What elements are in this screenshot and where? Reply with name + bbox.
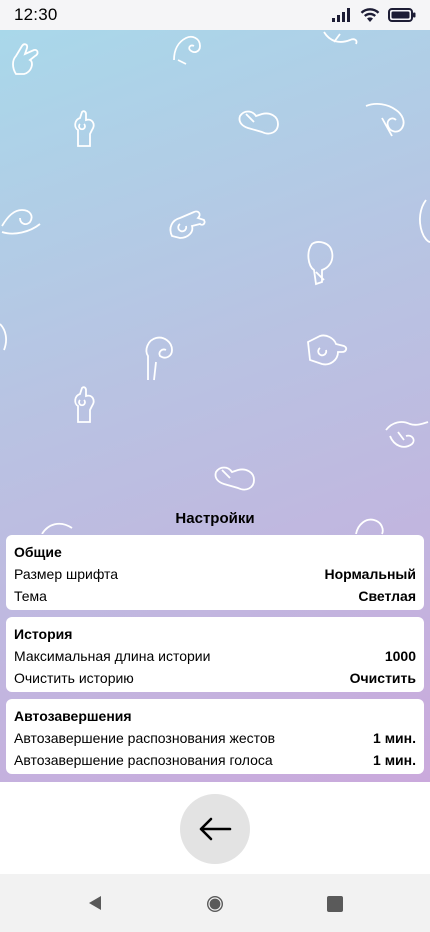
setting-label: Максимальная длина истории (14, 648, 211, 664)
hand-gesture-icon (238, 110, 279, 135)
setting-value[interactable]: Нормальный (324, 563, 416, 585)
hand-gesture-icon (307, 334, 348, 366)
setting-row-font-size[interactable]: Размер шрифта Нормальный (14, 563, 416, 585)
hand-gesture-icon (307, 241, 334, 286)
hand-gesture-icon (1, 209, 41, 235)
hand-gesture-icon (145, 336, 173, 381)
settings-card-general: Общие Размер шрифта Нормальный Тема Свет… (6, 535, 424, 610)
page-title: Настройки (175, 510, 255, 527)
section-title: Общие (14, 544, 62, 560)
clear-history-button[interactable]: Очистить (350, 667, 416, 689)
back-button[interactable] (180, 794, 250, 864)
settings-card-history: История Максимальная длина истории 1000 … (6, 617, 424, 692)
setting-label: Тема (14, 588, 47, 604)
hand-gesture-icon (365, 103, 405, 137)
setting-label: Размер шрифта (14, 566, 119, 582)
section-title: Автозавершения (14, 708, 132, 724)
setting-value[interactable]: Светлая (358, 585, 416, 607)
recents-square-icon[interactable] (326, 895, 344, 913)
hand-gesture-icon (74, 110, 95, 147)
footer (0, 782, 430, 874)
home-circle-icon[interactable] (205, 894, 225, 914)
status-bar: 12:30 (0, 0, 430, 30)
battery-icon (388, 8, 416, 22)
hand-gesture-icon (419, 199, 430, 243)
setting-value[interactable]: 1 мин. (373, 749, 416, 771)
hand-gesture-icon (214, 466, 255, 491)
arrow-left-icon (199, 817, 232, 841)
setting-label: Автозавершение распознования голоса (14, 752, 273, 768)
setting-value[interactable]: 1 мин. (373, 727, 416, 749)
hand-gesture-icon (74, 386, 95, 423)
setting-label: Очистить историю (14, 670, 134, 686)
status-time: 12:30 (14, 5, 58, 24)
hand-gesture-icon (385, 421, 429, 448)
status-icons (332, 7, 416, 23)
back-triangle-icon[interactable] (86, 894, 104, 912)
setting-row-voice-timeout[interactable]: Автозавершение распознования голоса 1 ми… (14, 749, 416, 771)
hand-gesture-icon (173, 35, 201, 65)
signal-icon (332, 8, 350, 22)
setting-row-theme[interactable]: Тема Светлая (14, 585, 416, 607)
hand-gesture-icon (169, 210, 206, 239)
section-title: История (14, 626, 73, 642)
hand-gesture-icon (0, 323, 7, 351)
setting-row-clear-history[interactable]: Очистить историю Очистить (14, 667, 416, 689)
system-nav-bar (0, 874, 430, 932)
hand-gesture-icon (323, 31, 358, 45)
setting-value[interactable]: 1000 (385, 645, 416, 667)
setting-label: Автозавершение распознования жестов (14, 730, 276, 746)
wifi-icon (360, 7, 380, 22)
setting-row-history-length[interactable]: Максимальная длина истории 1000 (14, 645, 416, 667)
setting-row-gesture-timeout[interactable]: Автозавершение распознования жестов 1 ми… (14, 727, 416, 749)
hand-gesture-icon (12, 43, 39, 75)
settings-card-autocomplete: Автозавершения Автозавершение распознова… (6, 699, 424, 774)
